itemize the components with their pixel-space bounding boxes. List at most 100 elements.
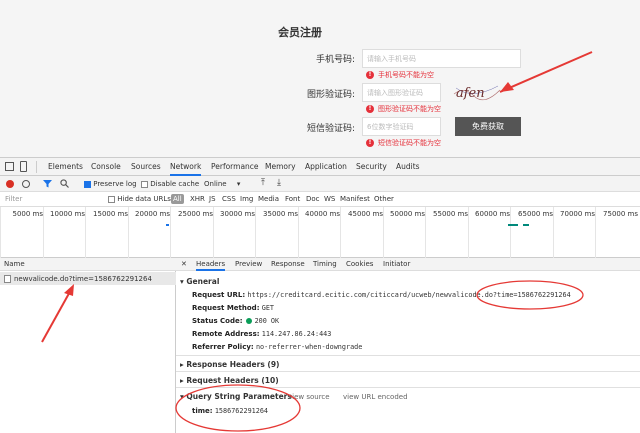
divider	[36, 161, 37, 173]
timeline-request-bar	[166, 224, 169, 226]
tab-performance[interactable]: Performance	[211, 162, 259, 171]
expand-triangle-icon: ▾	[180, 392, 184, 401]
tab-application[interactable]: Application	[305, 162, 347, 171]
request-method-value: GET	[261, 304, 275, 312]
response-headers-section[interactable]: ▸ Response Headers (9)	[180, 360, 279, 369]
network-lower: Name newvalicode.do?time=1586762291264 ✕…	[0, 258, 640, 433]
throttle-select[interactable]: Online ▾	[204, 180, 240, 188]
name-column-header[interactable]: Name	[0, 258, 176, 271]
view-source-link[interactable]: view source	[288, 393, 330, 401]
query-param-row: time: 1586762291264	[192, 407, 268, 415]
divider	[176, 355, 640, 356]
tab-audits[interactable]: Audits	[396, 162, 420, 171]
tab-sources[interactable]: Sources	[131, 162, 161, 171]
get-sms-code-button[interactable]: 免费获取	[455, 117, 521, 136]
request-headers-section[interactable]: ▸ Request Headers (10)	[180, 376, 279, 385]
file-icon	[4, 274, 11, 283]
timeline-tick: 75000 ms	[595, 207, 638, 258]
captcha-error-text: 图形验证码不能为空	[378, 105, 441, 113]
filter-icon[interactable]	[43, 179, 52, 188]
expand-triangle-icon: ▾	[180, 277, 184, 286]
preserve-log-toggle[interactable]: Preserve log	[84, 180, 137, 188]
captcha-text: afen	[456, 86, 485, 101]
network-timeline[interactable]: 5000 ms 10000 ms 15000 ms 20000 ms 25000…	[0, 207, 640, 258]
throttle-value: Online	[204, 180, 227, 188]
filter-all[interactable]: All	[171, 194, 184, 204]
request-row[interactable]: newvalicode.do?time=1586762291264	[0, 272, 176, 285]
registration-page: 会员注册 手机号码: 请输入手机号码 ! 手机号码不能为空 图形验证码: 请输入…	[0, 0, 640, 157]
filter-other[interactable]: Other	[374, 195, 394, 203]
tab-memory[interactable]: Memory	[265, 162, 296, 171]
response-headers-title: Response Headers (9)	[186, 360, 280, 369]
error-icon: !	[366, 71, 374, 79]
filter-img[interactable]: Img	[240, 195, 253, 203]
close-icon[interactable]: ✕	[181, 260, 187, 268]
captcha-image[interactable]: afen	[452, 80, 502, 104]
device-toggle-icon[interactable]	[20, 161, 27, 172]
collapse-triangle-icon: ▸	[180, 376, 184, 385]
sms-input[interactable]: 6位数字验证码	[362, 117, 441, 136]
clear-icon[interactable]	[22, 180, 30, 188]
filter-media[interactable]: Media	[258, 195, 279, 203]
status-code-value: 200 OK	[254, 317, 280, 325]
search-icon[interactable]	[60, 179, 69, 188]
disable-cache-label: Disable cache	[150, 180, 200, 188]
disable-cache-toggle[interactable]: Disable cache	[141, 180, 199, 188]
filter-ws[interactable]: WS	[324, 195, 335, 203]
timeline-tick: 40000 ms	[298, 207, 340, 258]
status-code-label: Status Code:	[192, 317, 243, 325]
timeline-tick: 30000 ms	[213, 207, 255, 258]
query-param-value: 1586762291264	[214, 407, 269, 415]
filter-xhr[interactable]: XHR	[190, 195, 205, 203]
tab-network[interactable]: Network	[170, 162, 202, 176]
filter-js[interactable]: JS	[209, 195, 216, 203]
view-url-encoded-link[interactable]: view URL encoded	[343, 393, 408, 401]
phone-error: ! 手机号码不能为空	[366, 70, 434, 80]
captcha-label: 图形验证码:	[306, 90, 355, 100]
tab-security[interactable]: Security	[356, 162, 387, 171]
tab-cookies[interactable]: Cookies	[346, 260, 373, 268]
timeline-tick: 70000 ms	[553, 207, 595, 258]
phone-input[interactable]: 请输入手机号码	[362, 49, 521, 68]
tab-elements[interactable]: Elements	[48, 162, 83, 171]
tab-response[interactable]: Response	[271, 260, 305, 268]
tab-console[interactable]: Console	[91, 162, 121, 171]
tab-initiator[interactable]: Initiator	[383, 260, 410, 268]
general-section-header[interactable]: ▾ General	[180, 277, 219, 286]
query-param-key: time:	[192, 407, 213, 415]
filter-css[interactable]: CSS	[222, 195, 236, 203]
timeline-tick: 5000 ms	[0, 207, 43, 258]
collapse-triangle-icon: ▸	[180, 360, 184, 369]
tab-headers[interactable]: Headers	[196, 260, 226, 271]
sms-error-text: 短信验证码不能为空	[378, 139, 441, 147]
request-list: Name newvalicode.do?time=1586762291264	[0, 258, 176, 433]
hide-data-urls-label: Hide data URLs	[117, 195, 171, 203]
remote-address-value: 114.247.86.24:443	[261, 330, 332, 338]
checkbox-icon	[141, 180, 148, 188]
phone-error-text: 手机号码不能为空	[378, 71, 434, 79]
referrer-policy-row: Referrer Policy: no-referrer-when-downgr…	[192, 343, 362, 351]
filter-manifest[interactable]: Manifest	[340, 195, 370, 203]
divider	[176, 371, 640, 372]
filter-input[interactable]: Filter	[5, 195, 100, 203]
tab-preview[interactable]: Preview	[235, 260, 262, 268]
detail-tabbar: ✕ Headers Preview Response Timing Cookie…	[176, 258, 640, 271]
inspect-icon[interactable]	[5, 162, 14, 171]
query-params-section[interactable]: ▾ Query String Parameters	[180, 392, 292, 401]
record-icon[interactable]	[6, 180, 14, 188]
request-details: ✕ Headers Preview Response Timing Cookie…	[176, 258, 640, 433]
timeline-tick: 45000 ms	[340, 207, 383, 258]
tab-timing[interactable]: Timing	[313, 260, 337, 268]
query-params-title: Query String Parameters	[186, 392, 292, 401]
checkbox-icon	[108, 195, 115, 203]
hide-data-urls-toggle[interactable]: Hide data URLs	[108, 195, 171, 203]
captcha-input[interactable]: 请输入图形验证码	[362, 83, 441, 102]
export-har-icon[interactable]: ⤓	[277, 178, 281, 188]
filter-font[interactable]: Font	[285, 195, 300, 203]
page-title: 会员注册	[278, 26, 322, 39]
import-har-icon[interactable]: ⤒	[261, 178, 265, 188]
filter-doc[interactable]: Doc	[306, 195, 320, 203]
filter-bar: Filter Hide data URLs All XHR JS CSS Img…	[0, 192, 640, 207]
sms-error: ! 短信验证码不能为空	[366, 138, 441, 148]
divider	[176, 387, 640, 388]
